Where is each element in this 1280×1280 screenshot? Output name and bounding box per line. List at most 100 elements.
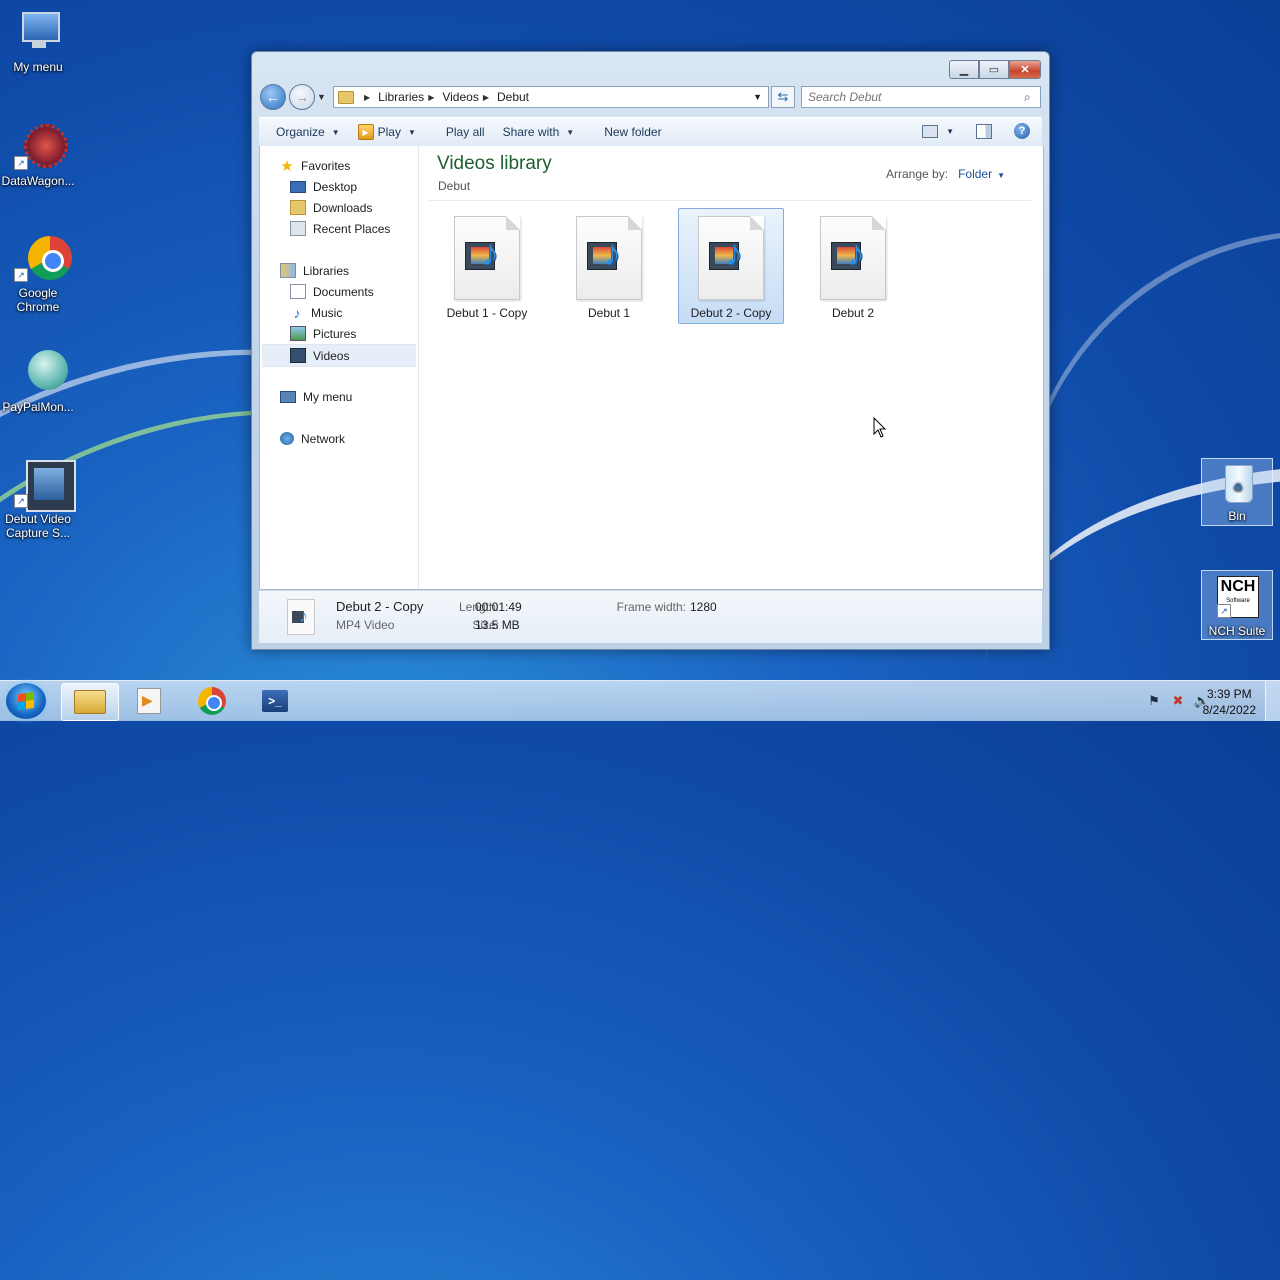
- maximize-button[interactable]: ▭: [979, 60, 1009, 79]
- change-view-icon[interactable]: [922, 124, 939, 138]
- help-icon[interactable]: ?: [1014, 123, 1030, 139]
- breadcrumb-separator-icon[interactable]: ▶: [483, 93, 489, 102]
- network-disconnected-icon[interactable]: ✖: [1170, 693, 1186, 709]
- view-options-dropdown-icon[interactable]: ▼: [946, 127, 954, 136]
- chevron-down-icon: ▼: [407, 127, 416, 137]
- recent-pages-dropdown[interactable]: ▼: [317, 92, 327, 102]
- recent-places-icon: [290, 221, 306, 236]
- chrome-icon: ↗: [14, 234, 72, 282]
- refresh-button[interactable]: ⇆: [771, 86, 795, 108]
- clock-time: 3:39 PM: [1206, 687, 1252, 701]
- clock[interactable]: 3:39 PM 8/24/2022: [1203, 686, 1256, 718]
- datawagon-icon: ↗: [14, 122, 68, 170]
- search-box[interactable]: ⌕: [801, 86, 1041, 108]
- file-list-pane: Videos library Debut Arrange by: Folder ▼ …: [419, 146, 1043, 589]
- computer-icon: [14, 8, 62, 56]
- taskbar-windows-explorer[interactable]: [61, 683, 119, 721]
- desktop-icon-debut-video-capture[interactable]: ↗ Debut Video Capture S...: [0, 460, 76, 540]
- divider: [429, 200, 1031, 201]
- star-icon: ★: [280, 157, 294, 175]
- desktop-icon-paypalmonitor[interactable]: PayPalMon...: [0, 348, 76, 414]
- breadcrumb-separator-icon[interactable]: ▶: [428, 93, 434, 102]
- nav-downloads[interactable]: Downloads: [260, 197, 418, 218]
- nav-libraries[interactable]: Libraries: [260, 260, 418, 281]
- video-file-icon: ♪: [576, 216, 642, 300]
- nav-music[interactable]: ♪ Music: [260, 302, 418, 323]
- window-controls: ▁ ▭ ✕: [949, 60, 1041, 79]
- taskbar: >_ ⚑ ✖ 🔈 3:39 PM 8/24/2022: [0, 680, 1280, 721]
- start-button[interactable]: [6, 683, 46, 719]
- back-arrow-icon: ←: [266, 89, 280, 105]
- breadcrumb-separator-icon[interactable]: ▶: [364, 93, 370, 102]
- clock-date: 8/24/2022: [1202, 703, 1256, 717]
- nav-videos[interactable]: Videos: [262, 344, 416, 367]
- nav-pictures[interactable]: Pictures: [260, 323, 418, 344]
- desktop-icon-my-menu[interactable]: My menu: [0, 8, 76, 74]
- folder-icon: [74, 690, 106, 714]
- nav-recent-places[interactable]: Recent Places: [260, 218, 418, 239]
- share-with-button[interactable]: Share with ▼: [503, 125, 575, 139]
- search-icon[interactable]: ⌕: [1024, 90, 1040, 105]
- file-item[interactable]: ♪ Debut 1 - Copy: [434, 208, 540, 324]
- taskbar-google-chrome[interactable]: [184, 683, 240, 719]
- taskbar-debut[interactable]: [121, 683, 177, 719]
- breadcrumb-debut[interactable]: Debut: [497, 90, 529, 104]
- details-frame-width-label: Frame width:: [616, 600, 686, 614]
- videos-icon: [290, 348, 306, 363]
- chrome-icon: [198, 687, 226, 715]
- action-center-icon[interactable]: ⚑: [1146, 693, 1162, 709]
- maximize-icon: ▭: [988, 64, 1000, 76]
- file-item-selected[interactable]: ♪ Debut 2 - Copy: [678, 208, 784, 324]
- chevron-down-icon[interactable]: ▼: [997, 171, 1005, 180]
- address-dropdown-icon[interactable]: ▼: [753, 92, 762, 102]
- address-bar[interactable]: ▶ Libraries ▶ Videos ▶ Debut ▼: [333, 86, 769, 108]
- forward-button[interactable]: →: [289, 84, 315, 110]
- desktop-icon-recycle-bin[interactable]: ♻ Bin: [1201, 458, 1273, 526]
- windows-logo-icon: [18, 691, 34, 711]
- breadcrumb-libraries[interactable]: Libraries ▶: [378, 90, 442, 104]
- arrange-by: Arrange by: Folder ▼: [886, 167, 1005, 181]
- library-subtitle: Debut: [438, 179, 471, 193]
- file-item[interactable]: ♪ Debut 1: [556, 208, 662, 324]
- video-file-icon: ♪: [698, 216, 764, 300]
- search-input[interactable]: [802, 89, 1024, 105]
- computer-icon: [280, 390, 296, 403]
- breadcrumb-videos[interactable]: Videos ▶: [442, 90, 497, 104]
- minimize-icon: ▁: [959, 64, 969, 76]
- desktop-icon-datawagon[interactable]: ↗ DataWagon...: [0, 122, 76, 188]
- desktop-icon-google-chrome[interactable]: ↗ Google Chrome: [0, 234, 76, 314]
- nav-desktop[interactable]: Desktop: [260, 176, 418, 197]
- recycle-bin-icon: ♻: [1217, 461, 1257, 505]
- network-icon: [280, 432, 294, 445]
- play-all-button[interactable]: Play all: [446, 125, 485, 139]
- details-frame-width-value: 1280: [690, 600, 717, 614]
- nav-documents[interactable]: Documents: [260, 281, 418, 302]
- arrange-by-dropdown[interactable]: Folder: [958, 167, 992, 181]
- documents-icon: [290, 284, 306, 299]
- back-button[interactable]: ←: [260, 84, 286, 110]
- nav-network[interactable]: Network: [260, 428, 418, 449]
- desktop-icon: [290, 180, 306, 193]
- taskbar-powershell[interactable]: >_: [247, 683, 303, 719]
- explorer-window[interactable]: ▁ ▭ ✕ ← → ▼ ▶ Libraries ▶ Videos ▶ Debut ▼…: [251, 51, 1050, 650]
- play-icon: ▶: [357, 124, 374, 140]
- nav-favorites[interactable]: ★ Favorites: [260, 155, 418, 176]
- system-tray: ⚑ ✖ 🔈: [1138, 693, 1210, 709]
- close-button[interactable]: ✕: [1009, 60, 1041, 79]
- chevron-down-icon: ▼: [331, 127, 340, 137]
- toolbar-right: ▼ ?: [922, 123, 1030, 139]
- desktop-icon-nch-suite[interactable]: NCH Software ↗ NCH Suite: [1201, 570, 1273, 640]
- libraries-icon: [280, 263, 296, 278]
- new-folder-button[interactable]: New folder: [604, 125, 661, 139]
- nav-my-menu[interactable]: My menu: [260, 386, 418, 407]
- details-file-name: Debut 2 - Copy: [336, 599, 424, 614]
- pictures-icon: [290, 326, 306, 341]
- chevron-down-icon: ▼: [566, 127, 575, 137]
- file-item[interactable]: ♪ Debut 2: [800, 208, 906, 324]
- show-desktop-button[interactable]: [1265, 681, 1280, 721]
- organize-button[interactable]: Organize ▼: [276, 125, 340, 139]
- play-button[interactable]: ▶ Play ▼: [357, 124, 416, 140]
- minimize-button[interactable]: ▁: [949, 60, 979, 79]
- preview-pane-icon[interactable]: [976, 123, 992, 139]
- powershell-icon: >_: [262, 690, 288, 712]
